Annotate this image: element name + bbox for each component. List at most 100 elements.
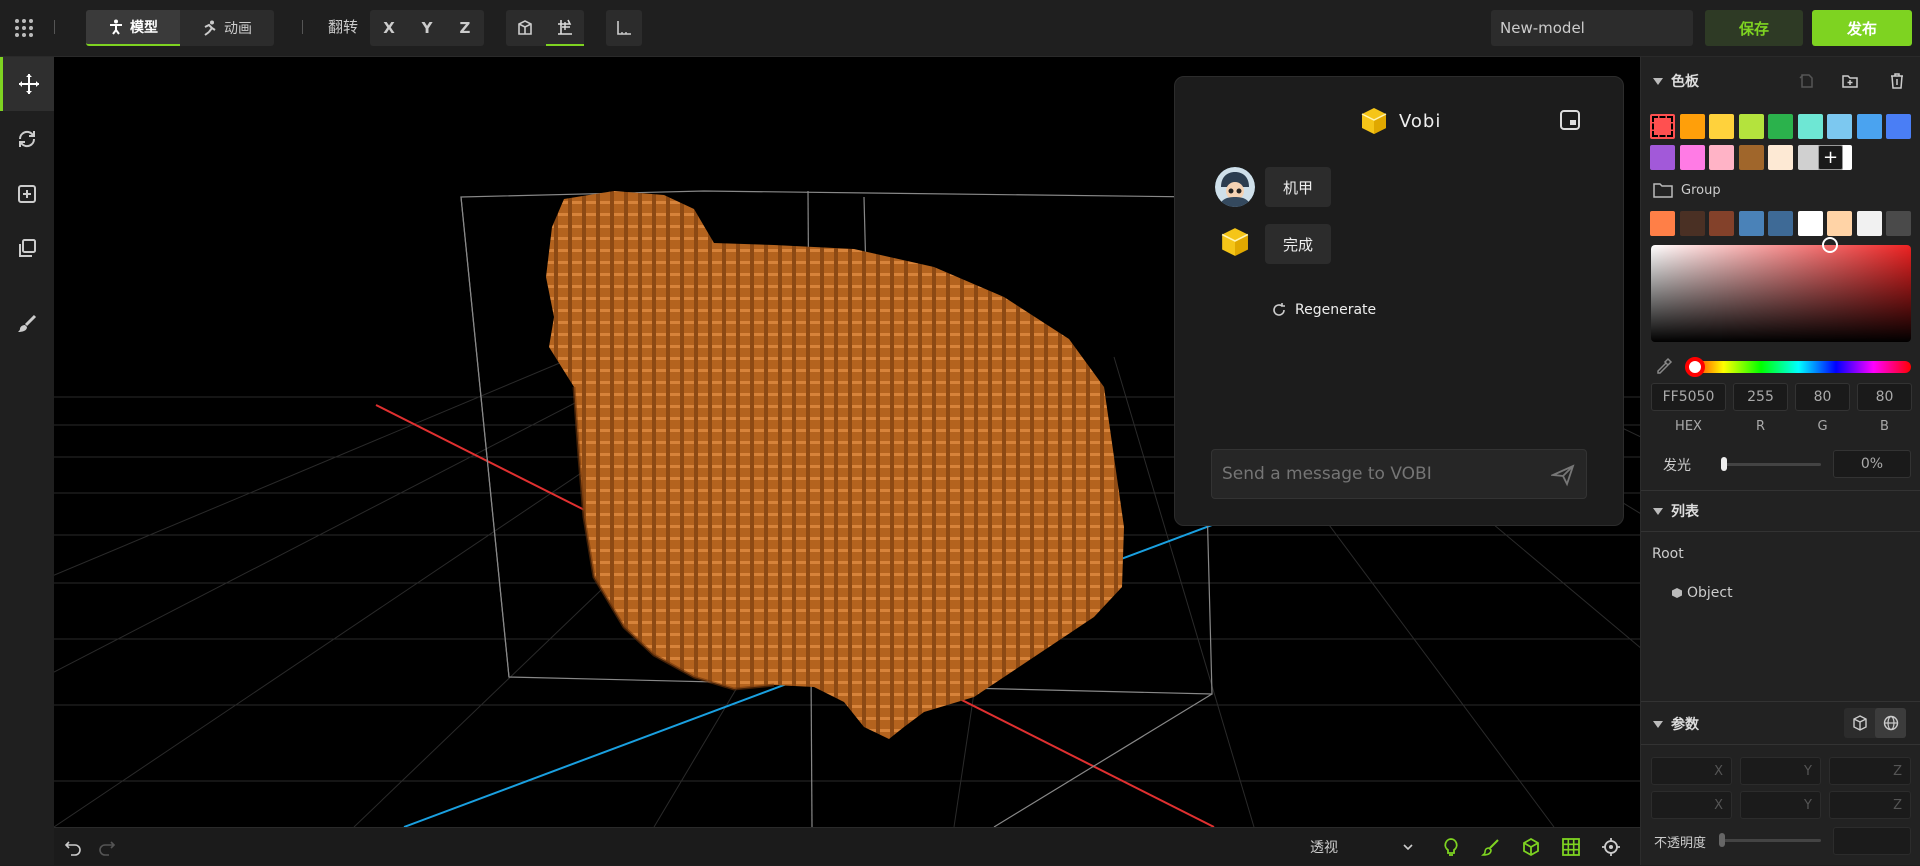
model-name-input[interactable]: New-model — [1491, 10, 1693, 46]
rotate-tool-button[interactable] — [0, 112, 54, 166]
grid-toggle-button[interactable] — [1552, 828, 1590, 866]
position-y-input[interactable]: Y — [1740, 757, 1821, 785]
position-z-input[interactable]: Z — [1829, 757, 1911, 785]
color-swatch[interactable] — [1679, 114, 1705, 139]
color-swatch[interactable] — [1768, 114, 1793, 139]
save-button[interactable]: 保存 — [1705, 10, 1803, 46]
rotation-z-input[interactable]: Z — [1829, 791, 1911, 819]
color-swatch[interactable] — [1679, 145, 1705, 170]
color-swatch[interactable] — [1709, 211, 1734, 236]
flip-x-button[interactable]: X — [370, 10, 408, 46]
glow-slider-handle[interactable] — [1721, 457, 1727, 471]
eyedropper-button[interactable] — [1653, 355, 1675, 377]
publish-button[interactable]: 发布 — [1812, 10, 1912, 46]
color-swatch[interactable] — [1679, 211, 1705, 236]
flip-label: 翻转 — [328, 18, 359, 36]
color-swatch[interactable] — [1650, 211, 1675, 236]
minimize-chat-button[interactable] — [1555, 105, 1585, 135]
box-frame-icon[interactable] — [506, 10, 544, 46]
palette-import-button[interactable] — [1795, 69, 1819, 93]
divider — [1641, 744, 1920, 745]
color-swatch[interactable] — [1827, 114, 1852, 139]
duplicate-tool-button[interactable] — [0, 221, 54, 275]
params-title: 参数 — [1671, 717, 1699, 733]
g-input[interactable]: 80 — [1795, 383, 1850, 411]
opacity-slider[interactable] — [1721, 839, 1821, 842]
color-swatch[interactable] — [1797, 114, 1823, 139]
saturation-picker[interactable] — [1651, 245, 1911, 342]
tab-animation[interactable]: 动画 — [180, 10, 274, 46]
color-swatch[interactable] — [1797, 211, 1823, 236]
mode-tabs: 模型 动画 — [86, 10, 274, 46]
axis-corner-icon[interactable] — [606, 10, 642, 46]
ground-grid-icon[interactable] — [546, 10, 584, 46]
paint-tool-button[interactable] — [0, 297, 54, 351]
brush-toggle-button[interactable] — [1472, 828, 1510, 866]
3d-viewport[interactable]: Vobi 机甲 完成 Regenerate — [54, 57, 1640, 827]
tree-root-item[interactable]: Root — [1652, 546, 1684, 562]
local-space-button[interactable] — [1844, 708, 1875, 738]
color-swatch[interactable] — [1738, 211, 1764, 236]
color-swatch[interactable] — [1709, 114, 1734, 139]
regenerate-button[interactable]: Regenerate — [1271, 295, 1376, 325]
color-swatch[interactable] — [1709, 145, 1734, 170]
color-swatch[interactable] — [1856, 114, 1882, 139]
folder-icon — [1653, 183, 1673, 198]
move-tool-button[interactable] — [0, 57, 54, 111]
opacity-slider-handle[interactable] — [1719, 833, 1725, 847]
group-row[interactable]: Group — [1653, 182, 1721, 198]
space-toggle-group — [1844, 708, 1906, 738]
color-swatch[interactable] — [1768, 211, 1793, 236]
light-toggle-button[interactable] — [1432, 828, 1470, 866]
chevron-down-icon — [1403, 844, 1413, 851]
tab-model[interactable]: 模型 — [86, 10, 180, 46]
saturation-handle[interactable] — [1822, 237, 1838, 253]
cube-toggle-button[interactable] — [1512, 828, 1550, 866]
b-input[interactable]: 80 — [1857, 383, 1912, 411]
hue-slider-handle[interactable] — [1685, 357, 1705, 377]
params-header[interactable]: 参数 — [1653, 714, 1699, 734]
grid-menu-icon[interactable] — [12, 16, 36, 40]
palette-delete-button[interactable] — [1885, 69, 1909, 93]
refresh-icon — [1273, 303, 1285, 316]
chat-message-input[interactable] — [1212, 450, 1532, 498]
list-header[interactable]: 列表 — [1653, 501, 1699, 521]
list-title: 列表 — [1671, 504, 1699, 520]
color-swatch[interactable] — [1886, 114, 1911, 139]
add-tool-button[interactable] — [0, 167, 54, 221]
color-swatch[interactable] — [1650, 145, 1675, 170]
color-swatch[interactable] — [1650, 114, 1675, 139]
hue-slider[interactable] — [1686, 361, 1911, 373]
glow-slider[interactable] — [1723, 463, 1821, 466]
cube-small-icon — [1672, 588, 1682, 598]
tree-object-item[interactable]: Object — [1671, 585, 1733, 601]
hex-input[interactable]: FF5050 — [1651, 383, 1726, 411]
opacity-input[interactable] — [1833, 827, 1911, 855]
view-toggle-group — [506, 10, 584, 46]
rotation-y-input[interactable]: Y — [1740, 791, 1821, 819]
color-swatch[interactable] — [1738, 145, 1764, 170]
redo-button[interactable] — [88, 828, 126, 866]
glow-input[interactable]: 0% — [1833, 450, 1911, 478]
color-swatch[interactable] — [1856, 211, 1882, 236]
bot-message: 完成 — [1265, 224, 1332, 264]
palette-add-folder-button[interactable] — [1838, 69, 1862, 93]
color-swatch[interactable] — [1886, 211, 1911, 236]
palette-header[interactable]: 色板 — [1653, 71, 1699, 91]
view-mode-select[interactable]: 透视 — [1304, 834, 1420, 860]
position-x-input[interactable]: X — [1651, 757, 1732, 785]
r-input[interactable]: 255 — [1733, 383, 1788, 411]
undo-button[interactable] — [54, 828, 92, 866]
flip-y-button[interactable]: Y — [408, 10, 446, 46]
add-color-button[interactable]: + — [1818, 145, 1843, 170]
send-button[interactable] — [1548, 460, 1578, 490]
world-space-button[interactable] — [1875, 708, 1906, 738]
flip-z-button[interactable]: Z — [446, 10, 484, 46]
focus-button[interactable] — [1592, 828, 1630, 866]
redo-icon — [99, 841, 116, 856]
color-swatch[interactable] — [1738, 114, 1764, 139]
color-swatch[interactable] — [1768, 145, 1793, 170]
running-icon — [204, 20, 216, 36]
rotation-x-input[interactable]: X — [1651, 791, 1732, 819]
color-swatch[interactable] — [1827, 211, 1852, 236]
